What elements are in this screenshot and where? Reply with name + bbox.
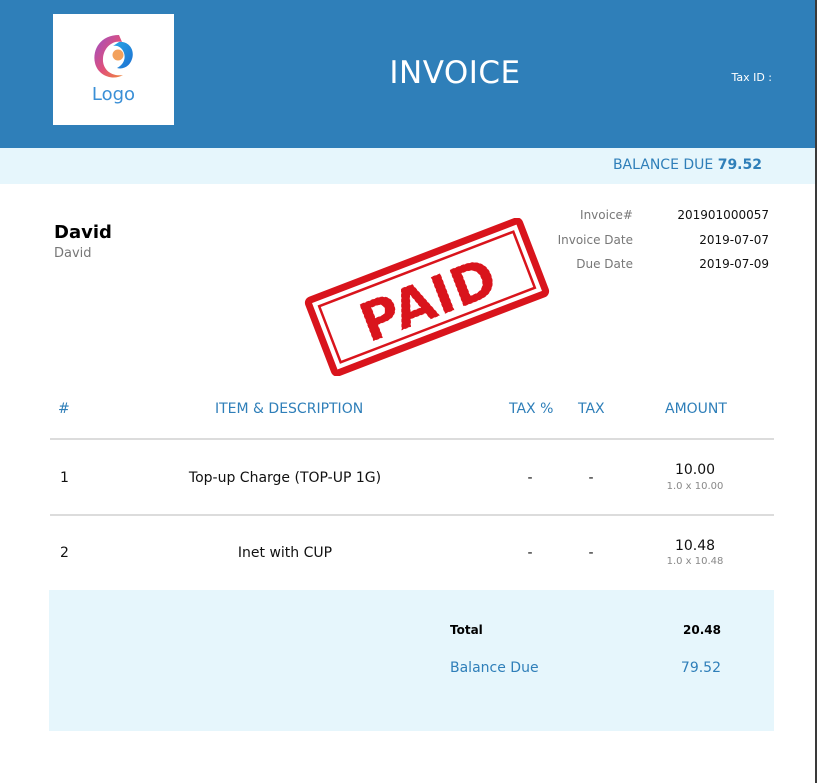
row-amount: 10.48 [674,538,716,554]
balance-due-summary-label: Balance Due [450,660,539,676]
row-amount: 10.00 [674,462,716,478]
col-header-item: ITEM & DESCRIPTION [215,401,364,417]
row-tax-percent: - [527,470,533,486]
row-amount-detail: 1.0 x 10.00 [666,481,724,492]
customer-name: David [54,222,112,243]
balance-due-banner: BALANCE DUE 79.52 [0,148,815,184]
invoice-number-value: 201901000057 [677,208,769,222]
due-date-value: 2019-07-09 [699,257,769,271]
logo: Logo [53,14,174,125]
row-tax: - [588,470,594,486]
row-item: Top-up Charge (TOP-UP 1G) [188,470,382,486]
col-header-tax: TAX [578,401,605,417]
table-header-divider [50,438,774,440]
invoice-date-value: 2019-07-07 [699,233,769,247]
invoice-header: Logo INVOICE Tax ID : [0,0,815,148]
total-value: 20.48 [683,623,721,637]
row-number: 1 [60,470,69,486]
balance-due-amount: 79.52 [717,157,762,173]
row-tax-percent: - [527,545,533,561]
row-number: 2 [60,545,69,561]
total-label: Total [450,623,483,637]
col-header-number: # [58,401,70,417]
balance-due-banner-text: BALANCE DUE 79.52 [560,157,762,173]
row-amount-detail: 1.0 x 10.48 [666,556,724,567]
balance-due-summary-value: 79.52 [680,660,721,676]
tax-id-label: Tax ID : [731,71,772,84]
row-tax: - [588,545,594,561]
logo-text: Logo [91,84,136,105]
row-item: Inet with CUP [237,545,333,561]
logo-swirl-icon [94,35,133,78]
col-header-amount: AMOUNT [665,401,727,417]
balance-due-label: BALANCE DUE [612,157,714,173]
paid-stamp: PAID [304,218,550,376]
row-divider [50,514,774,516]
page-title: INVOICE [389,55,521,91]
totals-summary: Total 20.48 Balance Due 79.52 [49,590,774,731]
col-header-tax-percent: TAX % [509,401,554,417]
customer-subtitle: David [54,246,92,261]
